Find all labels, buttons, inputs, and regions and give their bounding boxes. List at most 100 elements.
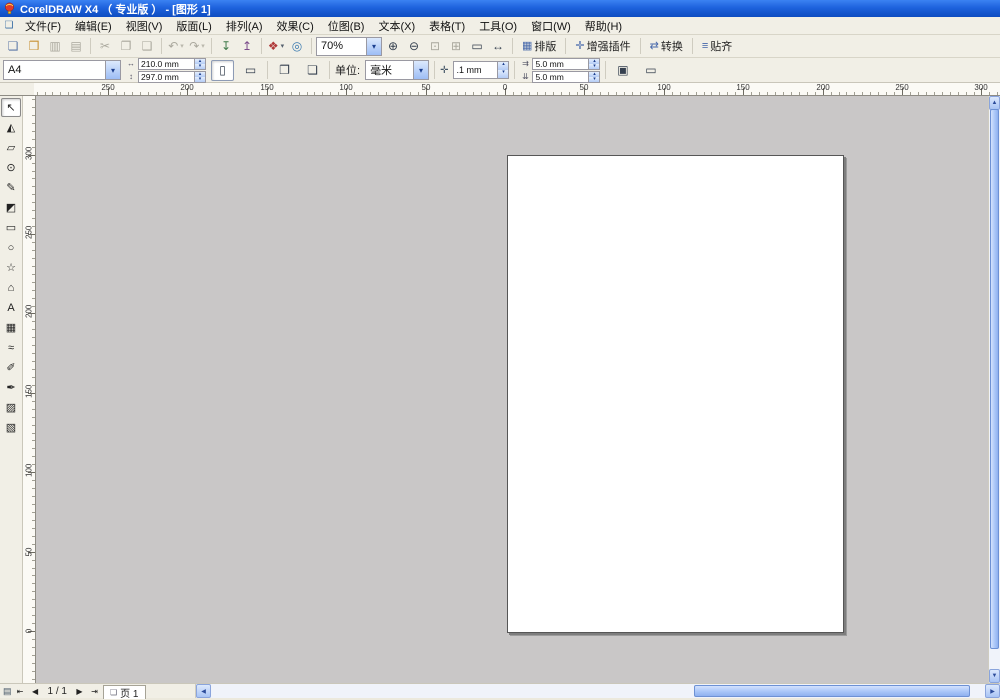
text-tool[interactable]: A [1, 298, 21, 317]
interactive-blend-tool[interactable]: ≈ [1, 338, 21, 357]
previous-page-button[interactable]: ◀ [29, 685, 42, 697]
spin-down-icon[interactable]: ▾ [195, 64, 205, 69]
last-page-button[interactable]: ⇥ [88, 685, 101, 697]
zoom-to-page-width-button[interactable]: ↔ [488, 37, 508, 55]
chevron-down-icon[interactable]: ▾ [281, 42, 285, 50]
spin-down-icon[interactable]: ▾ [589, 64, 599, 69]
copy-button[interactable]: ❐ [116, 37, 136, 55]
scroll-right-button[interactable]: ▶ [985, 684, 1000, 698]
eyedropper-tool[interactable]: ✐ [1, 358, 21, 377]
export-button[interactable]: ↥ [237, 37, 257, 55]
redo-button[interactable]: ↷ ▾ [187, 37, 207, 55]
zoom-in-button[interactable]: ⊕ [383, 37, 403, 55]
spin-down-icon[interactable]: ▾ [589, 77, 599, 82]
menu-layout[interactable]: 版面(L) [169, 17, 218, 35]
zoom-to-selection-button[interactable]: ⊡ [425, 37, 445, 55]
save-button[interactable]: ▥ [45, 37, 65, 55]
portrait-orientation-button[interactable]: ▯ [211, 60, 234, 81]
enhanced-plugins-button[interactable]: ✛ 增强插件 [570, 37, 635, 55]
ellipse-tool[interactable]: ○ [1, 238, 21, 257]
paper-height-value: 297.0 mm [141, 72, 194, 82]
polygon-tool[interactable]: ☆ [1, 258, 21, 277]
scroll-down-button[interactable]: ▼ [989, 669, 1000, 683]
drawing-canvas[interactable] [36, 96, 988, 683]
rectangle-tool[interactable]: ▭ [1, 218, 21, 237]
chevron-down-icon[interactable]: ▾ [201, 42, 205, 50]
chevron-down-icon[interactable]: ▾ [105, 61, 120, 79]
open-button[interactable]: ❒ [24, 37, 44, 55]
menu-view[interactable]: 视图(V) [119, 17, 170, 35]
outline-pen-tool[interactable]: ✒ [1, 378, 21, 397]
menu-tools[interactable]: 工具(O) [472, 17, 524, 35]
import-button[interactable]: ↧ [216, 37, 236, 55]
menu-help[interactable]: 帮助(H) [578, 17, 629, 35]
paper-width-field[interactable]: 210.0 mm ▴▾ [138, 58, 206, 70]
chevron-down-icon[interactable]: ▾ [180, 42, 184, 50]
zoom-out-button[interactable]: ⊖ [404, 37, 424, 55]
menu-arrange[interactable]: 排列(A) [219, 17, 270, 35]
freehand-tool[interactable]: ✎ [1, 178, 21, 197]
table-tool[interactable]: ▦ [1, 318, 21, 337]
paper-size-combo[interactable]: A4 ▾ [3, 60, 121, 80]
spin-down-icon[interactable]: ▾ [195, 77, 205, 82]
chevron-down-icon[interactable]: ▾ [366, 38, 381, 55]
typesetting-button[interactable]: ▦ 排版 [517, 37, 561, 55]
page-border-button[interactable]: ▣ [611, 60, 634, 81]
smart-fill-tool[interactable]: ◩ [1, 198, 21, 217]
page-sorter-icon[interactable]: ▤ [3, 686, 12, 697]
new-document-button[interactable]: ❏ [3, 37, 23, 55]
zoom-level-combo[interactable]: 70% ▾ [316, 37, 382, 56]
pick-tool[interactable]: ↖ [1, 98, 21, 117]
menu-table[interactable]: 表格(T) [422, 17, 472, 35]
nudge-offset-field[interactable]: .1 mm ▴▾ [453, 61, 509, 79]
document-navigator: ▤ ⇤ ◀ 1 / 1 ▶ ⇥ ❏ 页 1 [0, 684, 195, 698]
menu-bitmaps[interactable]: 位图(B) [321, 17, 372, 35]
vertical-scroll-thumb[interactable] [990, 109, 999, 649]
horizontal-scrollbar[interactable]: ◀ ▶ [195, 684, 1000, 698]
horizontal-scroll-thumb[interactable] [694, 685, 969, 697]
shape-tool[interactable]: ◭ [1, 118, 21, 137]
print-button[interactable]: ▤ [66, 37, 86, 55]
page-tab[interactable]: ❏ 页 1 [103, 685, 146, 699]
zoom-tool[interactable]: ⊙ [1, 158, 21, 177]
spin-down-icon[interactable]: ▾ [498, 70, 508, 78]
page[interactable] [507, 155, 844, 633]
crop-tool[interactable]: ▱ [1, 138, 21, 157]
convert-button[interactable]: ⇄ 转换 [645, 37, 688, 55]
vertical-ruler[interactable]: 300250200150100500 [23, 96, 36, 683]
first-page-button[interactable]: ⇤ [14, 685, 27, 697]
menu-effects[interactable]: 效果(C) [270, 17, 321, 35]
paper-height-field[interactable]: 297.0 mm ▴▾ [138, 71, 206, 83]
next-page-button[interactable]: ▶ [73, 685, 86, 697]
vertical-scrollbar[interactable]: ▲ ▼ [988, 96, 1000, 683]
scroll-left-button[interactable]: ◀ [196, 684, 211, 698]
duplicate-x-field[interactable]: 5.0 mm ▴▾ [532, 58, 600, 70]
basic-shapes-tool-icon: ⌂ [8, 282, 15, 294]
page-bleed-button[interactable]: ▭ [639, 60, 662, 81]
chevron-down-icon[interactable]: ▾ [413, 61, 428, 79]
undo-button[interactable]: ↶ ▾ [166, 37, 186, 55]
units-combo[interactable]: 毫米 ▾ [365, 60, 429, 80]
current-page-layout-button[interactable]: ❏ [301, 60, 324, 81]
zoom-to-all-objects-button[interactable]: ⊞ [446, 37, 466, 55]
menu-edit[interactable]: 编辑(E) [68, 17, 119, 35]
welcome-screen-button[interactable]: ◎ [287, 37, 307, 55]
menu-file[interactable]: 文件(F) [18, 17, 68, 35]
scroll-up-button[interactable]: ▲ [989, 96, 1000, 110]
duplicate-y-field[interactable]: 5.0 mm ▴▾ [532, 71, 600, 83]
undo-button-icon: ↶ [168, 40, 178, 52]
fill-tool[interactable]: ▨ [1, 398, 21, 417]
cut-button[interactable]: ✂ [95, 37, 115, 55]
interactive-fill-tool[interactable]: ▧ [1, 418, 21, 437]
zoom-to-page-button[interactable]: ▭ [467, 37, 487, 55]
snap-button[interactable]: ≡ 贴齐 [697, 37, 737, 55]
paste-button[interactable]: ❑ [137, 37, 157, 55]
menu-window[interactable]: 窗口(W) [524, 17, 578, 35]
basic-shapes-tool[interactable]: ⌂ [1, 278, 21, 297]
coreldraw-app-icon [3, 2, 16, 15]
application-launcher-button[interactable]: ❖ ▾ [266, 37, 286, 55]
menu-text[interactable]: 文本(X) [371, 17, 422, 35]
all-pages-layout-button[interactable]: ❐ [273, 60, 296, 81]
landscape-orientation-button[interactable]: ▭ [239, 60, 262, 81]
horizontal-ruler[interactable]: 25020015010050050100150200250300 [34, 83, 1000, 96]
